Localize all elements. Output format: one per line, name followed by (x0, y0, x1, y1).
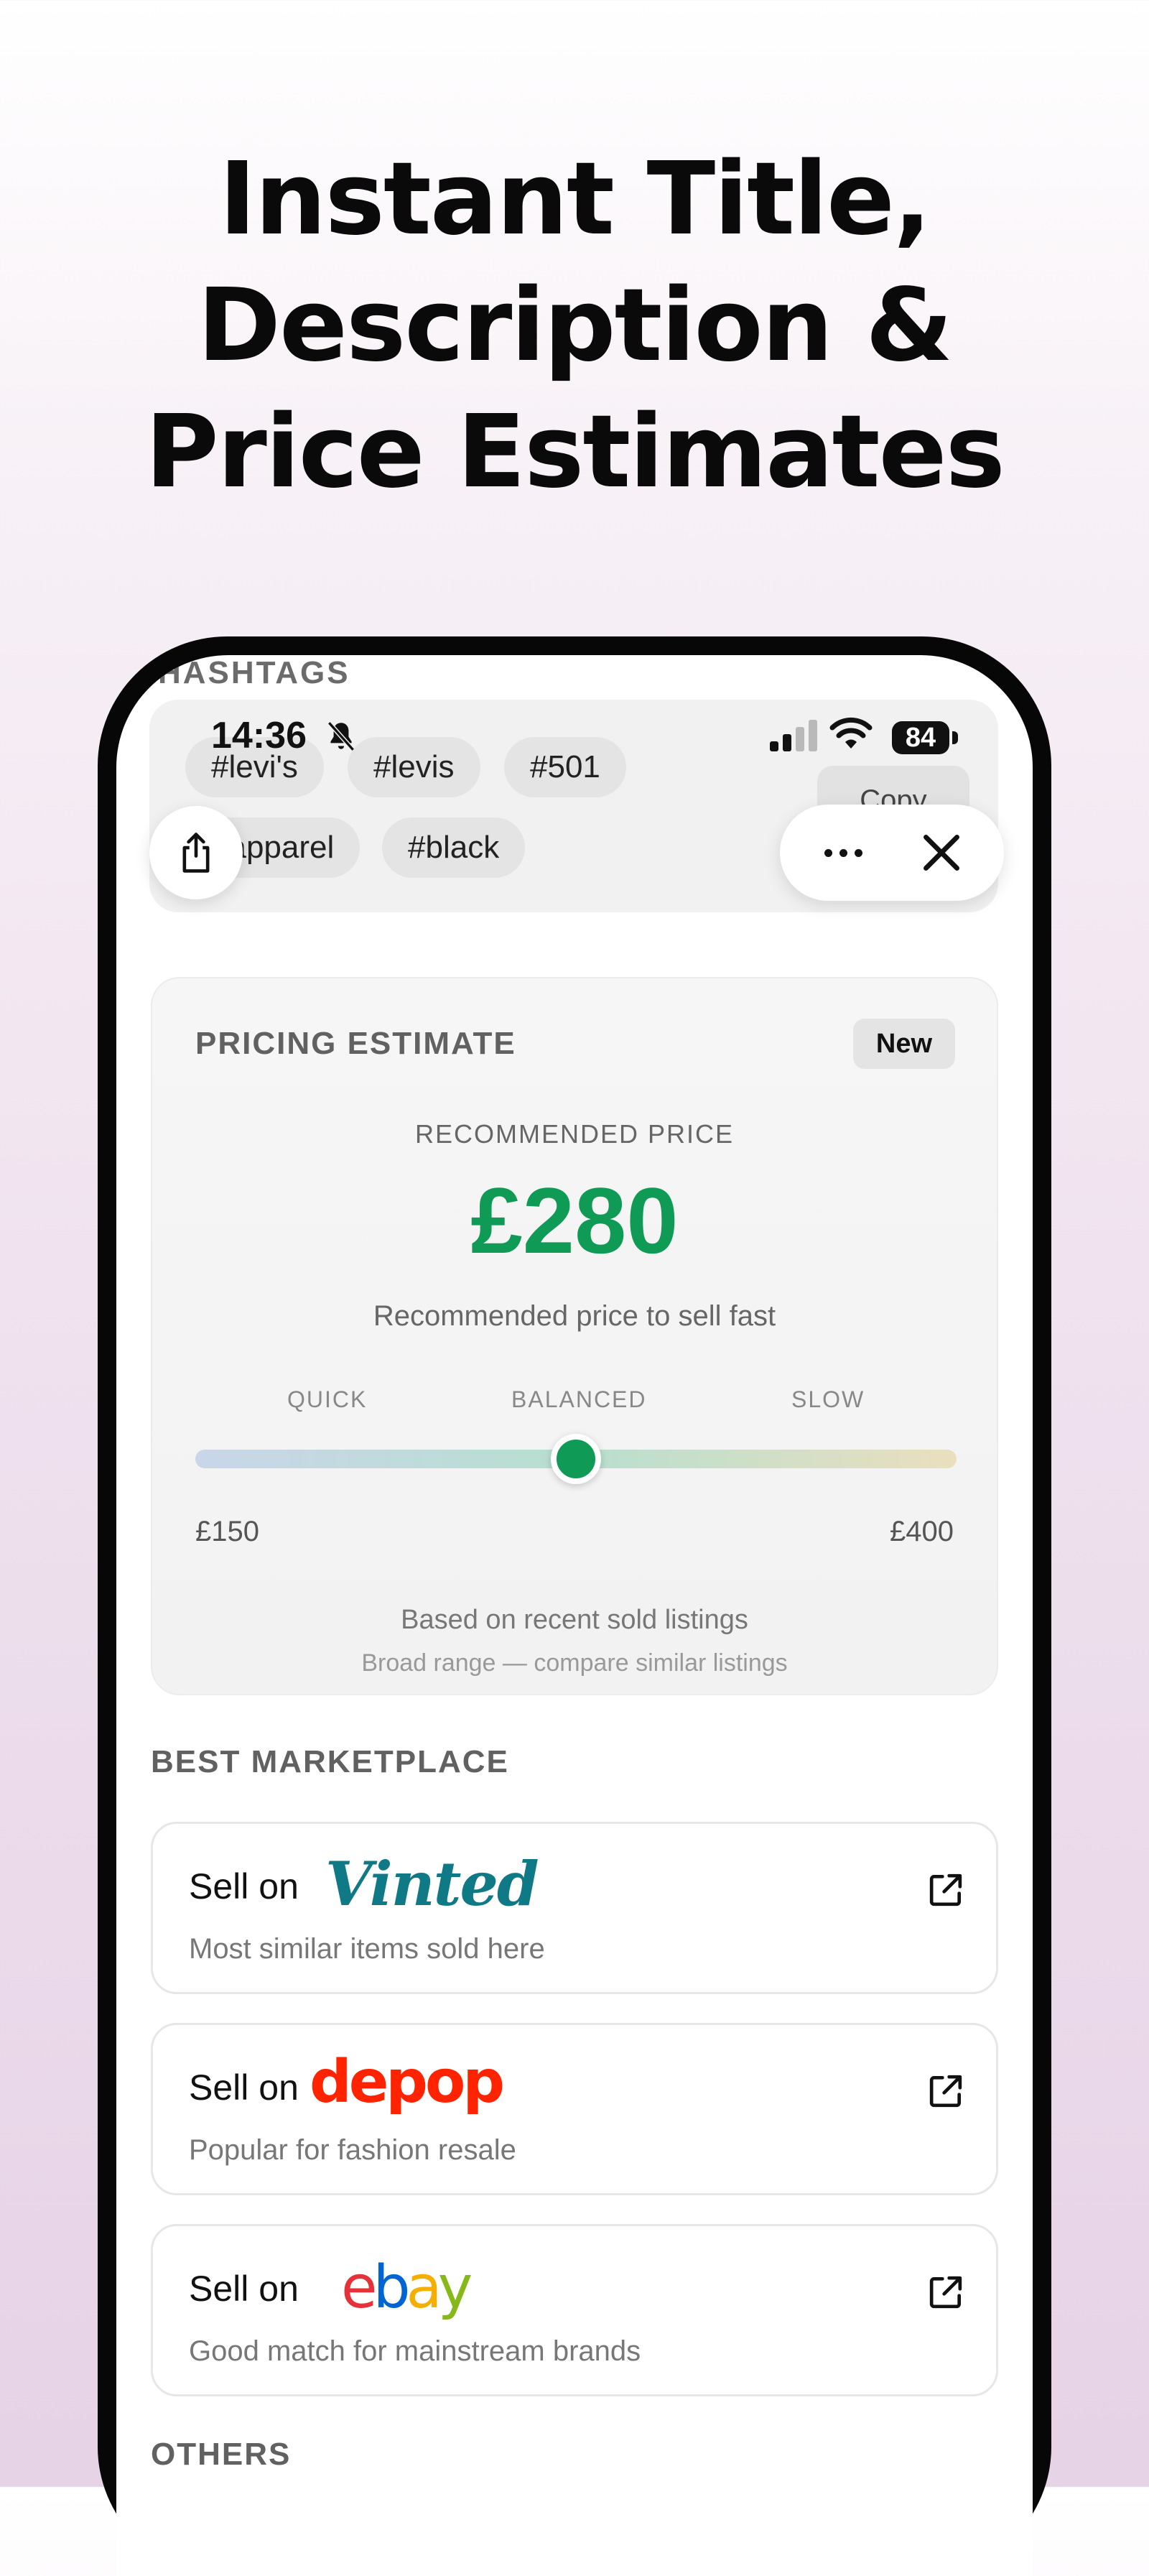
hashtag-chip[interactable]: #501 (504, 737, 626, 797)
wifi-icon (829, 717, 873, 749)
hashtag-chip[interactable]: #levis (348, 737, 480, 797)
price-range-min: £150 (195, 1516, 259, 1547)
marketplace-card-ebay[interactable]: Sell on ebay Good match for mainstream b… (151, 2224, 998, 2396)
pricing-estimate-card: PRICING ESTIMATE New RECOMMENDED PRICE £… (151, 977, 998, 1695)
headline-line-3: Price Estimates (145, 394, 1005, 511)
headline: Instant Title, Description & Price Estim… (0, 136, 1149, 516)
marketplace-card-depop[interactable]: Sell on depop Popular for fashion resale (151, 2023, 998, 2195)
more-options-icon[interactable] (807, 826, 879, 879)
marketplace-subtitle: Popular for fashion resale (189, 2134, 516, 2166)
headline-line-2: Description & (197, 267, 953, 384)
ebay-logo: ebay (341, 2253, 473, 2322)
battery-nub (952, 731, 958, 744)
sell-on-label: Sell on (189, 1866, 299, 1906)
speed-label-slow: SLOW (791, 1386, 865, 1412)
pricing-title: PRICING ESTIMATE (195, 1026, 516, 1061)
marketplace-card-vinted[interactable]: Sell on Vinted Most similar items sold h… (151, 1822, 998, 1994)
price-slider-handle[interactable] (551, 1434, 601, 1484)
external-link-icon[interactable] (926, 2272, 966, 2312)
external-link-icon[interactable] (926, 1870, 966, 1910)
ebay-logo-letter: y (437, 2253, 473, 2322)
sell-on-label: Sell on (189, 2067, 299, 2108)
window-controls (780, 805, 1004, 901)
battery-icon: 84 (892, 721, 949, 754)
price-subtitle: Recommended price to sell fast (373, 1300, 776, 1332)
sell-on-label: Sell on (189, 2269, 299, 2309)
status-time: 14:36 (211, 715, 307, 756)
best-marketplace-title: BEST MARKETPLACE (151, 1744, 509, 1779)
others-section-title: OTHERS (151, 2437, 292, 2472)
pricing-basis-note: Broad range — compare similar listings (361, 1649, 788, 1677)
recommended-price: £280 (470, 1168, 679, 1273)
recommended-price-label: RECOMMENDED PRICE (414, 1119, 735, 1149)
ebay-logo-letter: e (341, 2253, 378, 2322)
price-range-max: £400 (890, 1516, 954, 1547)
vinted-logo: Vinted (325, 1848, 539, 1919)
share-icon (182, 833, 210, 873)
marketplace-subtitle: Good match for mainstream brands (189, 2335, 641, 2367)
close-icon[interactable] (915, 826, 968, 879)
bell-muted-icon (327, 721, 355, 751)
speed-label-quick: QUICK (287, 1386, 368, 1412)
ebay-logo-letter: a (406, 2253, 442, 2322)
phone-screen: HASHTAGS #levi's #levis #501 #apparel #b… (116, 655, 1033, 2576)
ebay-logo-letter: b (373, 2253, 410, 2322)
external-link-icon[interactable] (926, 2071, 966, 2111)
depop-logo: depop (310, 2048, 505, 2116)
speed-label-balanced: BALANCED (511, 1386, 647, 1412)
cellular-signal-icon (770, 720, 817, 751)
share-button[interactable] (149, 806, 243, 899)
pricing-basis: Based on recent sold listings (401, 1605, 748, 1635)
headline-line-1: Instant Title, (218, 141, 931, 258)
phone-frame: HASHTAGS #levi's #levis #501 #apparel #b… (98, 636, 1051, 2576)
new-badge: New (853, 1019, 955, 1069)
hashtag-chip[interactable]: #black (382, 817, 526, 878)
hashtags-section-label: HASHTAGS (158, 655, 350, 690)
marketplace-subtitle: Most similar items sold here (189, 1933, 545, 1965)
